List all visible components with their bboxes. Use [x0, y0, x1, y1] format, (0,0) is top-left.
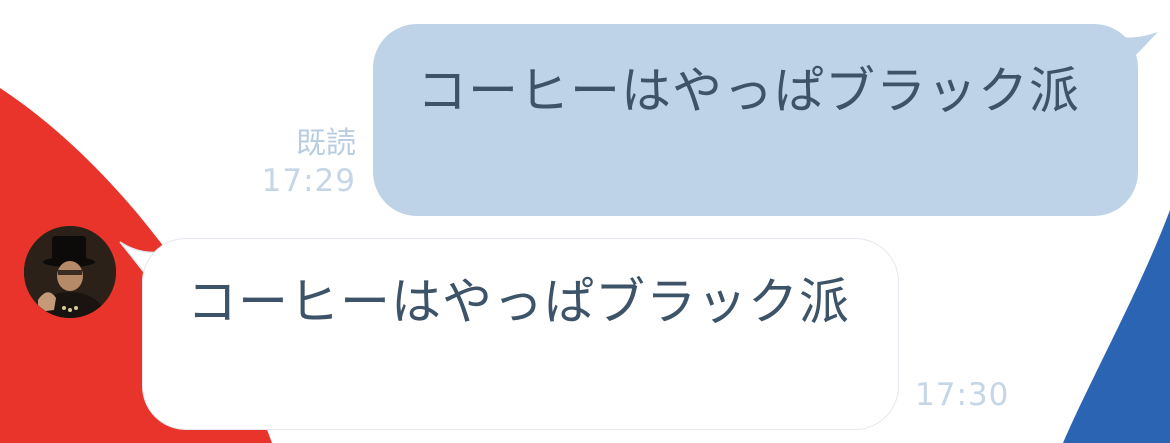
sent-message-bubble[interactable]: コーヒーはやっぱブラック派	[373, 24, 1138, 216]
received-message-text: コーヒーはやっぱブラック派	[187, 273, 850, 331]
received-timestamp: 17:30	[915, 377, 1010, 413]
user-avatar-icon[interactable]	[24, 226, 116, 318]
chat-view: 既読 17:29 コーヒーはやっぱブラック派 コーヒーはやっぱブラック派 17:…	[0, 0, 1170, 443]
sent-message-text: コーヒーはやっぱブラック派	[417, 62, 1080, 120]
read-receipt-label: 既読	[296, 126, 356, 161]
sent-timestamp: 17:29	[261, 163, 356, 199]
avatar-portrait-icon	[24, 226, 116, 318]
received-message-bubble[interactable]: コーヒーはやっぱブラック派	[142, 238, 899, 430]
blue-background-shape	[1063, 210, 1170, 443]
